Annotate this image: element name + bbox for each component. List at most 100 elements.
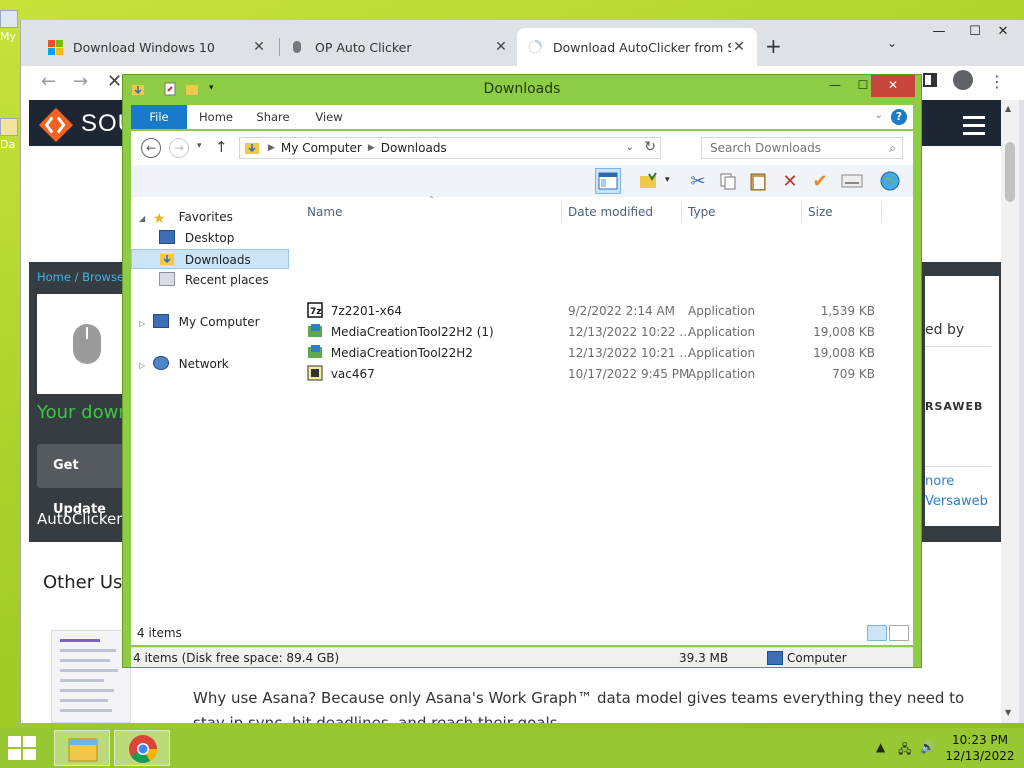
file-size: 19,008 KB — [813, 346, 875, 360]
explorer-close-button[interactable]: ✕ — [871, 75, 915, 97]
breadcrumb-downloads[interactable]: Downloads — [381, 141, 447, 155]
refresh-icon[interactable]: ↻ — [644, 139, 656, 155]
tab-download-autoclicker[interactable]: Download AutoClicker from Sou ✕ — [517, 28, 757, 66]
sponsor-link-versaweb[interactable]: Versaweb — [925, 494, 988, 509]
breadcrumb-chevron-icon[interactable]: ▶ — [368, 143, 375, 153]
nav-recent-places[interactable]: Recent places — [131, 270, 289, 290]
sourceforge-logo-icon[interactable] — [37, 106, 75, 144]
side-panel-icon[interactable] — [923, 72, 937, 91]
project-name: AutoClicker. — [37, 510, 126, 528]
folder-options-dropdown-icon[interactable]: ▾ — [665, 175, 670, 185]
large-icons-view-icon[interactable] — [889, 625, 909, 641]
nav-network[interactable]: ▷ Network — [131, 354, 289, 374]
tab-op-auto-clicker[interactable]: OP Auto Clicker ✕ — [279, 28, 519, 66]
nav-label: Recent places — [184, 273, 269, 287]
tab-close-icon[interactable]: ✕ — [493, 39, 509, 55]
stop-loading-button[interactable]: ✕ — [107, 71, 122, 92]
file-row[interactable]: MediaCreationTool22H2 12/13/2022 10:21 .… — [307, 343, 887, 364]
explorer-body: ◢ ★ Favorites Desktop Downloads Recent p… — [131, 195, 913, 621]
tab-close-icon[interactable]: ✕ — [251, 39, 267, 55]
article-thumbnail[interactable] — [51, 630, 131, 723]
internet-globe-icon[interactable] — [877, 168, 903, 194]
nav-favorites[interactable]: ◢ ★ Favorites — [131, 207, 289, 227]
new-tab-button[interactable]: + — [765, 34, 782, 58]
column-header-name[interactable]: Name — [307, 201, 342, 223]
sponsor-link-more[interactable]: nore — [925, 474, 954, 489]
rename-check-icon[interactable]: ✔ — [807, 168, 833, 194]
ribbon-tab-file[interactable]: File — [131, 105, 187, 129]
tab-download-windows[interactable]: Download Windows 10 ✕ — [37, 28, 277, 66]
scroll-up-arrow-icon[interactable]: ▲ — [1005, 104, 1011, 113]
folder-options-icon[interactable] — [635, 168, 661, 194]
help-icon[interactable]: ? — [891, 109, 907, 125]
nav-desktop[interactable]: Desktop — [131, 228, 289, 248]
nav-label: Downloads — [184, 253, 251, 267]
copy-icon[interactable] — [715, 168, 741, 194]
nav-my-computer[interactable]: ▷ My Computer — [131, 312, 289, 332]
file-row[interactable]: MediaCreationTool22H2 (1) 12/13/2022 10:… — [307, 322, 887, 343]
cut-icon[interactable]: ✂ — [685, 168, 711, 194]
column-header-date[interactable]: Date modified — [568, 201, 653, 223]
column-divider[interactable] — [881, 201, 882, 223]
up-arrow-icon[interactable]: ↑ — [215, 138, 228, 156]
ribbon-expand-icon[interactable]: ⌄ — [875, 110, 883, 121]
folder-download-icon — [245, 143, 259, 154]
delete-icon[interactable]: ✕ — [777, 168, 803, 194]
collapse-arrow-icon[interactable]: ◢ — [139, 209, 149, 229]
desktop-icon-data[interactable]: Da — [0, 118, 22, 151]
expand-arrow-icon[interactable]: ▷ — [139, 356, 149, 376]
browser-close-button[interactable]: ✕ — [985, 20, 1021, 46]
chrome-icon — [129, 735, 157, 763]
scroll-down-arrow-icon[interactable]: ▼ — [1005, 708, 1011, 717]
nav-downloads[interactable]: Downloads — [131, 249, 289, 269]
forward-arrow-icon[interactable]: → — [169, 138, 189, 158]
browser-minimize-button[interactable]: — — [921, 20, 957, 46]
show-hidden-icons-icon[interactable]: ▲ — [876, 740, 885, 754]
column-header-type[interactable]: Type — [688, 201, 716, 223]
back-arrow-icon[interactable]: ← — [141, 138, 161, 158]
explorer-minimize-button[interactable]: — — [821, 75, 849, 97]
taskbar-file-explorer[interactable] — [54, 730, 110, 766]
page-scrollbar[interactable]: ▲ ▼ — [1001, 100, 1019, 723]
details-view-icon[interactable] — [867, 625, 887, 641]
breadcrumb-my-computer[interactable]: My Computer — [281, 141, 362, 155]
file-row[interactable]: vac467 10/17/2022 9:45 PM Application 70… — [307, 364, 887, 385]
search-input[interactable]: Search Downloads ⌕ — [701, 137, 903, 159]
address-bar[interactable]: ▶ My Computer ▶ Downloads ⌄ ↻ — [239, 137, 661, 159]
desktop-icon-my-computer[interactable]: My — [0, 10, 22, 43]
column-divider[interactable] — [561, 201, 562, 223]
preview-pane-icon[interactable] — [595, 168, 621, 194]
ribbon-tab-share[interactable]: Share — [251, 105, 295, 129]
menu-dots-icon[interactable]: ⋮ — [989, 72, 1005, 91]
forward-button[interactable]: → — [73, 71, 88, 92]
tab-search-dropdown[interactable]: ⌄ — [887, 36, 897, 50]
address-dropdown-icon[interactable]: ⌄ — [626, 142, 634, 153]
start-button[interactable] — [8, 736, 36, 763]
system-clock[interactable]: 10:23 PM 12/13/2022 — [942, 732, 1018, 764]
paste-icon[interactable] — [745, 168, 771, 194]
file-name: vac467 — [330, 367, 375, 381]
taskbar-chrome[interactable] — [114, 730, 170, 766]
network-status-icon[interactable]: 🖧 — [898, 740, 911, 761]
get-updates-button[interactable]: Get Update — [37, 444, 131, 517]
breadcrumb-chevron-icon[interactable]: ▶ — [268, 143, 275, 153]
explorer-titlebar[interactable]: ▾ Downloads — ☐ ✕ — [123, 75, 921, 105]
breadcrumb[interactable]: Home / Browse / — [37, 270, 132, 284]
file-row[interactable]: 7z 7z2201-x64 9/2/2022 2:14 AM Applicati… — [307, 301, 887, 322]
hamburger-menu-icon[interactable] — [963, 116, 985, 140]
profile-avatar-icon[interactable] — [953, 70, 973, 90]
tab-close-icon[interactable]: ✕ — [731, 39, 747, 55]
ribbon-tab-home[interactable]: Home — [193, 105, 239, 129]
column-header-size[interactable]: Size — [808, 201, 833, 223]
volume-icon[interactable]: 🔊 — [920, 740, 935, 754]
column-divider[interactable] — [801, 201, 802, 223]
keyboard-icon[interactable] — [839, 168, 865, 194]
search-icon[interactable]: ⌕ — [889, 138, 896, 158]
back-button[interactable]: ← — [41, 71, 56, 92]
ribbon-tab-view[interactable]: View — [309, 105, 349, 129]
scrollbar-thumb[interactable] — [1005, 142, 1015, 202]
column-divider[interactable] — [681, 201, 682, 223]
expand-arrow-icon[interactable]: ▷ — [139, 314, 149, 334]
file-size: 709 KB — [832, 367, 875, 381]
recent-locations-icon[interactable]: ▾ — [197, 141, 202, 151]
